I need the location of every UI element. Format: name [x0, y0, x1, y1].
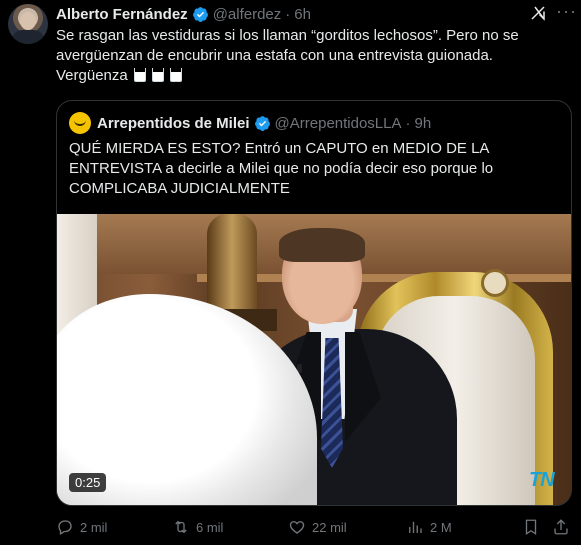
views-button[interactable]: 2 M: [406, 518, 452, 536]
clock: [481, 269, 509, 297]
verified-badge-icon: [254, 115, 270, 131]
views-chart-icon: [409, 521, 422, 533]
grok-icon[interactable]: [528, 4, 548, 24]
tweet-text: Se rasgan las vestiduras si los llaman “…: [56, 26, 556, 86]
glass-of-milk-icon: [133, 68, 146, 82]
repost-icon: [175, 520, 187, 534]
like-count: 22 mil: [312, 519, 347, 535]
like-button[interactable]: 22 mil: [288, 518, 347, 536]
verified-badge-icon: [192, 6, 208, 22]
more-options-icon[interactable]: ···: [556, 2, 576, 22]
quoted-avatar: [69, 112, 91, 134]
quoted-author-handle: @ArrepentidosLLA: [274, 114, 402, 132]
channel-logo: TN: [529, 469, 555, 491]
tweet-text-content: Se rasgan las vestiduras si los llaman “…: [56, 27, 519, 84]
video-player[interactable]: TN 0:25: [57, 214, 571, 505]
reply-count: 2 mil: [80, 519, 108, 535]
tweet-time[interactable]: 6h: [294, 6, 311, 23]
share-icon: [554, 519, 568, 535]
author-avatar[interactable]: [8, 4, 48, 44]
views-count: 2 M: [430, 519, 452, 535]
author-name[interactable]: Alberto Fernández: [56, 6, 188, 23]
quoted-author-name: Arrepentidos de Milei: [97, 114, 250, 132]
reply-icon: [58, 520, 72, 535]
quoted-time: 9h: [414, 114, 432, 132]
author-handle[interactable]: @alferdez: [213, 6, 282, 23]
separator-dot: ·: [285, 5, 291, 23]
action-bar: 2 mil 6 mil 22 mil 2 M: [56, 512, 572, 542]
tweet[interactable]: Alberto Fernández @alferdez · 6h ··· Se …: [0, 0, 581, 545]
video-duration: 0:25: [69, 473, 107, 492]
repost-count: 6 mil: [196, 519, 224, 535]
bookmark-button[interactable]: [522, 518, 546, 536]
quoted-text: QUÉ MIERDA ES ESTO? Entró un CAPUTO en M…: [69, 140, 494, 197]
quoted-tweet[interactable]: Arrepentidos de Milei @ArrepentidosLLA ·…: [56, 100, 572, 506]
repost-button[interactable]: 6 mil: [172, 518, 223, 536]
quoted-header: Arrepentidos de Milei @ArrepentidosLLA ·…: [69, 112, 432, 134]
reply-button[interactable]: 2 mil: [56, 518, 107, 536]
glass-of-milk-icon: [151, 68, 164, 82]
tweet-header: Alberto Fernández @alferdez · 6h: [56, 4, 311, 24]
bookmark-icon: [525, 519, 537, 536]
glass-of-milk-icon: [169, 68, 182, 82]
separator-dot: ·: [405, 114, 411, 132]
share-button[interactable]: [552, 518, 576, 536]
heart-icon: [289, 521, 305, 534]
